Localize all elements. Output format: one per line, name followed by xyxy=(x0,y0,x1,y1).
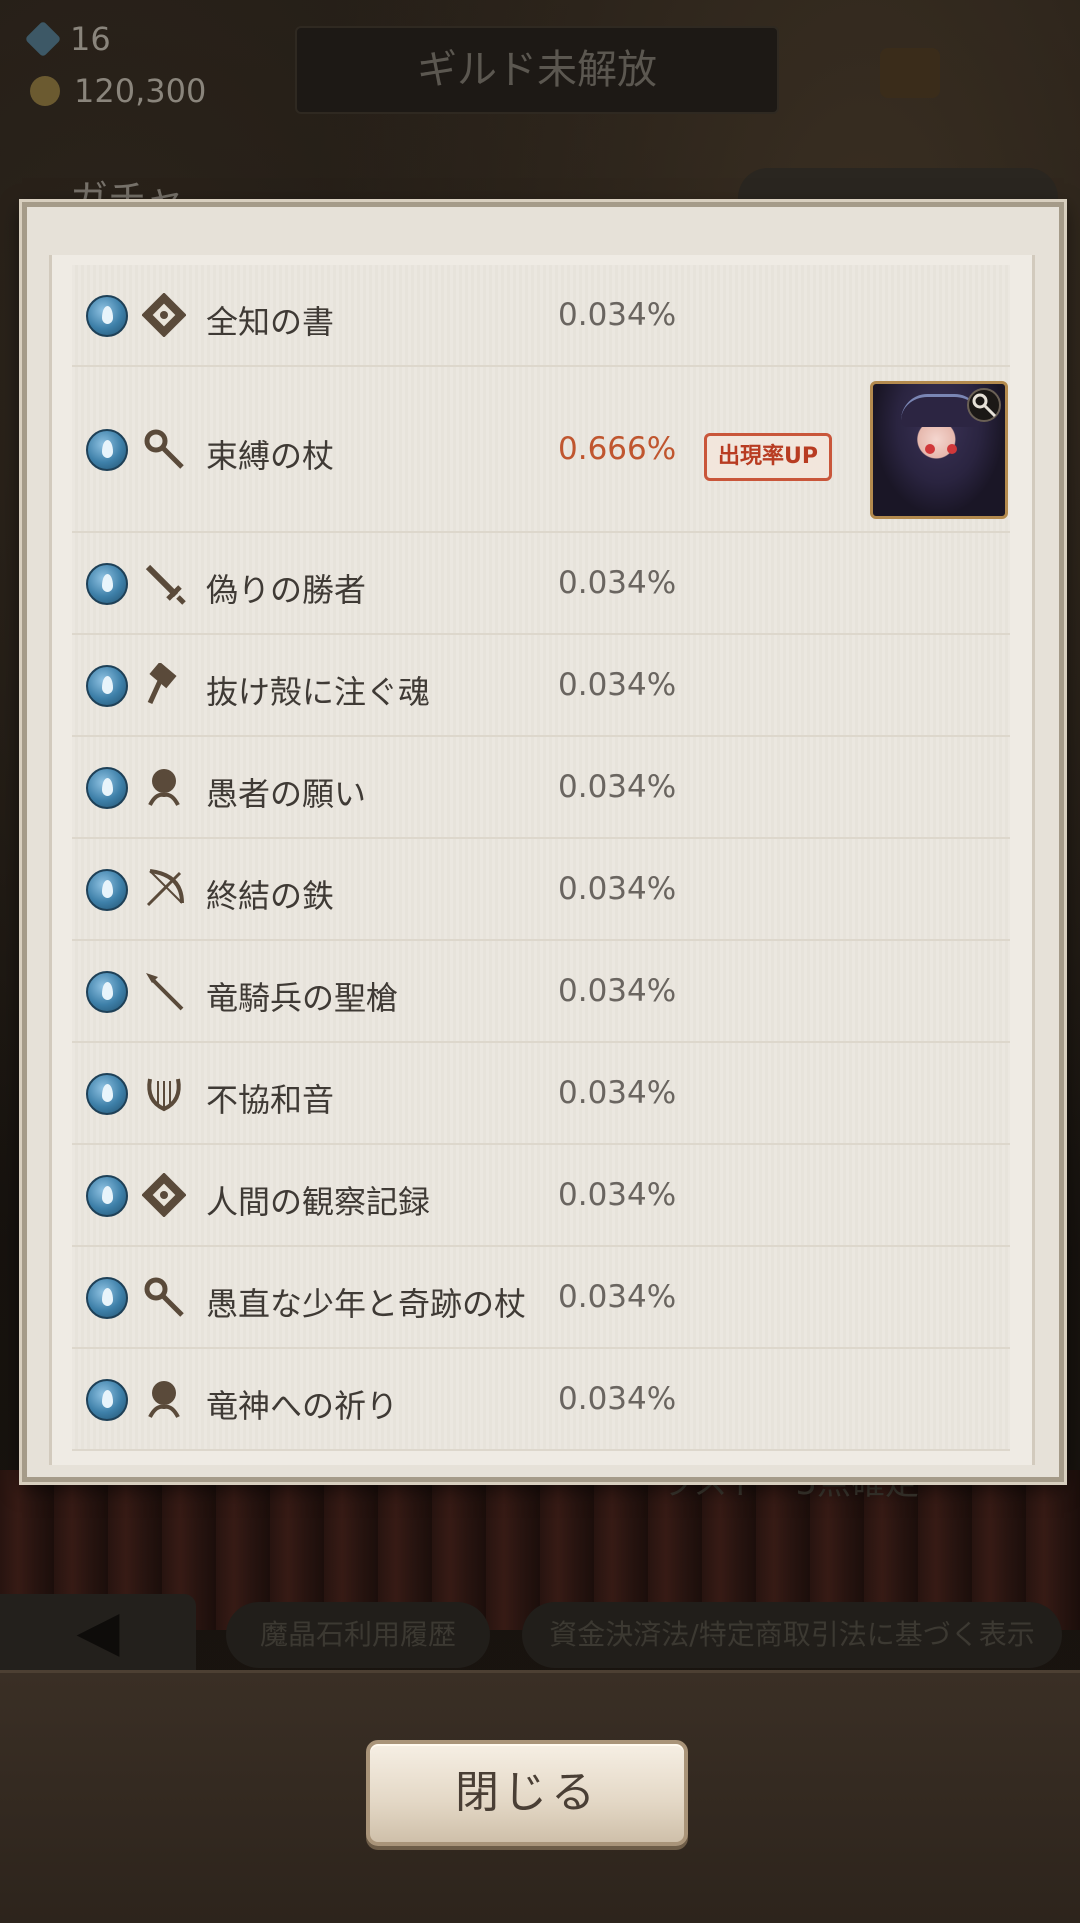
list-item: 竜神への祈り 0.034% xyxy=(72,1349,1010,1451)
water-element-icon xyxy=(86,429,128,471)
list-item: 愚直な少年と奇跡の杖 0.034% xyxy=(72,1247,1010,1349)
lock-icon xyxy=(880,48,940,98)
staff-icon xyxy=(142,427,186,471)
gem-counter: 16 xyxy=(24,20,111,58)
gold-counter: 120,300 xyxy=(30,72,206,110)
tome-icon xyxy=(141,292,187,338)
list-item: 人間の観察記録 0.034% xyxy=(72,1145,1010,1247)
rate-up-badge: 出現率UP xyxy=(704,433,832,481)
weapon-name: 全知の書 xyxy=(206,303,335,341)
coin-icon xyxy=(30,76,60,106)
harp-icon xyxy=(142,1071,186,1115)
weapon-name: 偽りの勝者 xyxy=(206,571,367,609)
weapon-name: 愚者の願い xyxy=(206,775,367,813)
orb-icon xyxy=(142,765,186,809)
orb-icon xyxy=(142,1377,186,1421)
water-element-icon xyxy=(86,767,128,809)
bow-icon xyxy=(142,867,186,911)
close-button[interactable]: 閉じる xyxy=(366,1740,688,1846)
character-portrait[interactable] xyxy=(870,381,1008,519)
top-hud: 16 120,300 ギルド未解放 xyxy=(0,0,1080,120)
weapon-name: 竜騎兵の聖槍 xyxy=(206,979,399,1017)
list-item: 終結の鉄 0.034% xyxy=(72,839,1010,941)
sword-icon xyxy=(142,561,186,605)
back-arrow-icon: ◀ xyxy=(76,1599,120,1664)
water-element-icon xyxy=(86,665,128,707)
rate-list[interactable]: 全知の書 0.034% 束縛の杖 0.666% 出現率UP 偽りの勝者 0.03… xyxy=(49,255,1035,1465)
drop-rate: 0.034% xyxy=(558,565,677,601)
gem-icon xyxy=(24,20,62,58)
portrait-eye xyxy=(947,444,957,454)
legal-notice-button[interactable]: 資金決済法/特定商取引法に基づく表示 xyxy=(522,1602,1062,1668)
drop-rate: 0.034% xyxy=(558,297,677,333)
tome-icon xyxy=(141,1172,187,1218)
drop-rate: 0.034% xyxy=(558,1279,677,1315)
drop-rate: 0.034% xyxy=(558,1075,677,1111)
water-element-icon xyxy=(86,295,128,337)
drop-rate: 0.034% xyxy=(558,871,677,907)
water-element-icon xyxy=(86,1277,128,1319)
drop-rate: 0.034% xyxy=(558,1177,677,1213)
weapon-name: 人間の観察記録 xyxy=(206,1183,431,1221)
guild-status-bar[interactable]: ギルド未解放 xyxy=(295,26,779,114)
list-item: 竜騎兵の聖槍 0.034% xyxy=(72,941,1010,1043)
drop-rate: 0.034% xyxy=(558,973,677,1009)
drop-rate: 0.666% xyxy=(558,431,677,467)
gold-count: 120,300 xyxy=(74,72,207,110)
portrait-eye xyxy=(925,444,935,454)
weapon-name: 終結の鉄 xyxy=(206,877,335,915)
list-item: 抜け殻に注ぐ魂 0.034% xyxy=(72,635,1010,737)
weapon-name: 竜神への祈り xyxy=(206,1387,399,1425)
weapon-name: 不協和音 xyxy=(206,1081,335,1119)
staff-type-icon xyxy=(967,388,1001,422)
list-item: 全知の書 0.034% xyxy=(72,265,1010,367)
list-item: 愚者の願い 0.034% xyxy=(72,737,1010,839)
weapon-name: 愚直な少年と奇跡の杖 xyxy=(206,1285,527,1323)
water-element-icon xyxy=(86,1175,128,1217)
water-element-icon xyxy=(86,971,128,1013)
drop-rate: 0.034% xyxy=(558,769,677,805)
drop-rate: 0.034% xyxy=(558,667,677,703)
hammer-icon xyxy=(142,661,186,707)
list-item: 偽りの勝者 0.034% xyxy=(72,533,1010,635)
rate-list-modal: 全知の書 0.034% 束縛の杖 0.666% 出現率UP 偽りの勝者 0.03… xyxy=(22,202,1064,1482)
weapon-name: 束縛の杖 xyxy=(206,437,335,475)
water-element-icon xyxy=(86,563,128,605)
list-item: 不協和音 0.034% xyxy=(72,1043,1010,1145)
gem-count: 16 xyxy=(70,20,111,58)
water-element-icon xyxy=(86,1379,128,1421)
drop-rate: 0.034% xyxy=(558,1381,677,1417)
weapon-name: 抜け殻に注ぐ魂 xyxy=(206,673,431,711)
spear-icon xyxy=(142,969,186,1013)
staff-icon xyxy=(142,1275,186,1319)
back-button[interactable]: ◀ xyxy=(0,1594,196,1670)
water-element-icon xyxy=(86,869,128,911)
water-element-icon xyxy=(86,1073,128,1115)
list-item: 束縛の杖 0.666% 出現率UP xyxy=(72,367,1010,533)
stone-history-button[interactable]: 魔晶石利用履歴 xyxy=(226,1602,490,1668)
